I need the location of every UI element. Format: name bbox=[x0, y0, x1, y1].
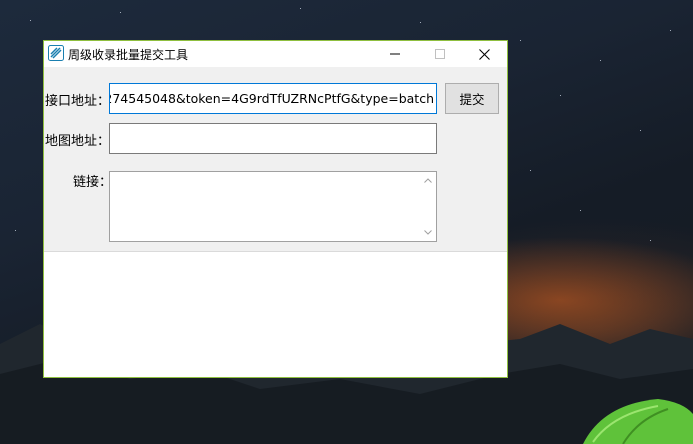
window-title: 周级收录批量提交工具 bbox=[68, 48, 189, 62]
map-url-input[interactable] bbox=[109, 123, 437, 154]
map-url-label: 地图地址： bbox=[45, 134, 111, 149]
scroll-down-button[interactable] bbox=[419, 224, 436, 241]
minimize-button[interactable] bbox=[372, 41, 417, 67]
star bbox=[420, 22, 421, 23]
star bbox=[650, 240, 651, 241]
star bbox=[520, 40, 521, 41]
scroll-up-button[interactable] bbox=[419, 172, 436, 189]
maximize-icon bbox=[434, 49, 445, 59]
chevron-up-icon bbox=[423, 178, 432, 183]
output-area bbox=[44, 252, 507, 377]
star bbox=[600, 60, 601, 61]
api-url-label: 接口地址： bbox=[45, 94, 111, 109]
app-window: 周级收录批量提交工具 接口地址： 540274545048&token=4G9r… bbox=[43, 40, 508, 378]
minimize-icon bbox=[389, 53, 400, 55]
api-url-input[interactable]: 540274545048&token=4G9rdTfUZRNcPtfG&type… bbox=[109, 83, 437, 114]
api-url-value: 540274545048&token=4G9rdTfUZRNcPtfG&type… bbox=[109, 91, 434, 106]
links-label: 链接： bbox=[73, 175, 113, 190]
star bbox=[670, 30, 671, 31]
submit-button[interactable]: 提交 bbox=[445, 83, 499, 114]
maximize-button[interactable] bbox=[417, 41, 462, 67]
close-icon bbox=[479, 48, 490, 60]
star bbox=[530, 170, 531, 171]
close-button[interactable] bbox=[462, 41, 507, 67]
chevron-down-icon bbox=[423, 230, 432, 235]
star bbox=[640, 130, 641, 131]
form-panel: 接口地址： 540274545048&token=4G9rdTfUZRNcPtf… bbox=[44, 67, 507, 252]
star bbox=[120, 12, 121, 13]
star bbox=[30, 20, 31, 21]
star bbox=[300, 8, 301, 9]
tent-image bbox=[583, 399, 693, 444]
star bbox=[15, 230, 16, 231]
star bbox=[560, 95, 561, 96]
title-bar[interactable]: 周级收录批量提交工具 bbox=[44, 41, 507, 67]
app-icon bbox=[48, 45, 64, 61]
links-textarea[interactable] bbox=[109, 171, 437, 242]
star bbox=[580, 210, 581, 211]
links-scrollbar[interactable] bbox=[419, 172, 436, 241]
